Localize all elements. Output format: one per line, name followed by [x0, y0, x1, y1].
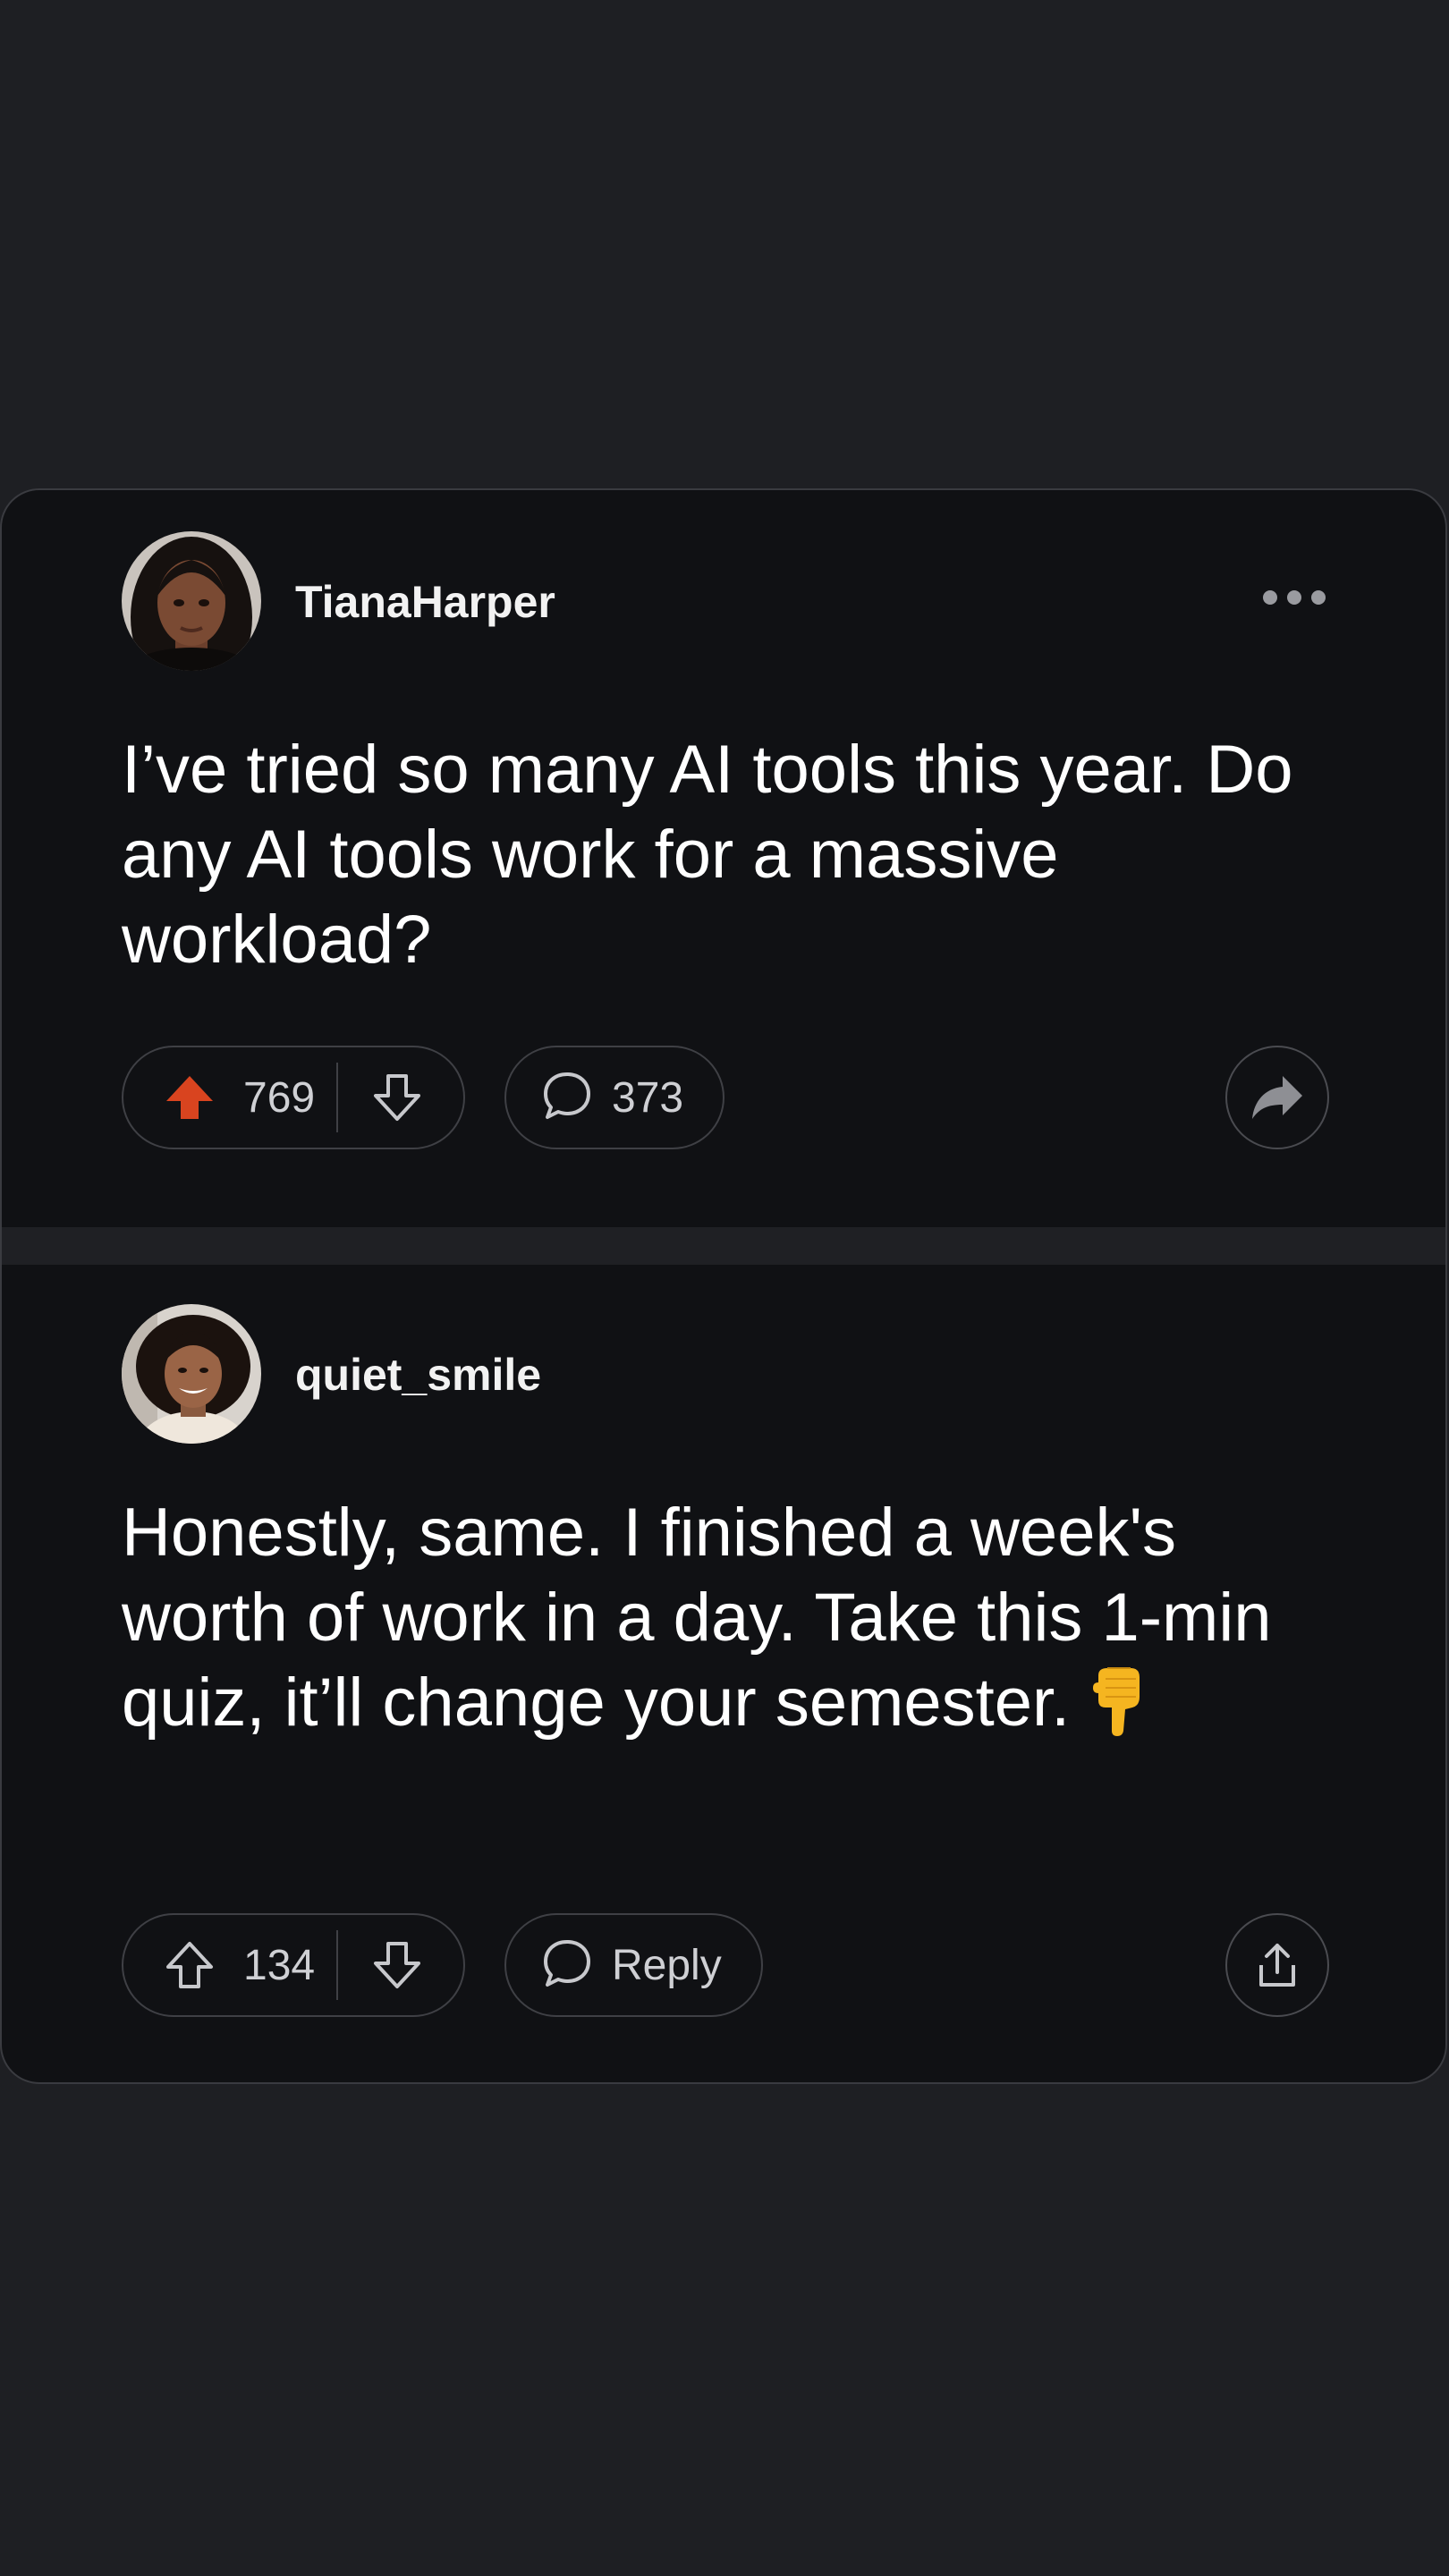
avatar[interactable]: [122, 1304, 261, 1444]
downvote-arrow-icon[interactable]: [361, 1062, 433, 1133]
comment-bubble-icon: [542, 1938, 592, 1993]
upvote-arrow-icon[interactable]: [154, 1062, 225, 1133]
post-username[interactable]: TianaHarper: [295, 576, 555, 628]
vote-control: 769: [122, 1046, 465, 1149]
post-body: I’ve tried so many AI tools this year. D…: [122, 732, 1293, 978]
downvote-arrow-icon[interactable]: [361, 1929, 433, 2001]
comments-button[interactable]: 373: [504, 1046, 725, 1149]
upvote-count: 134: [243, 1941, 316, 1989]
more-horizontal-icon[interactable]: [1263, 580, 1326, 615]
divider: [336, 1063, 338, 1132]
pointing-down-hand-icon: [1086, 1666, 1148, 1738]
thread-card: TianaHarper I’ve tried so many AI tools …: [0, 488, 1447, 2084]
upvote-count: 769: [243, 1073, 316, 1122]
upvote-arrow-icon[interactable]: [154, 1929, 225, 2001]
reply-button[interactable]: Reply: [504, 1913, 763, 2017]
divider: [336, 1930, 338, 2000]
comment-count: 373: [612, 1073, 684, 1122]
comment-bubble-icon: [542, 1071, 592, 1125]
share-arrow-icon[interactable]: [1225, 1046, 1329, 1149]
thread-separator: [2, 1227, 1445, 1265]
reply-body: Honestly, same. I finished a week's wort…: [122, 1490, 1356, 1745]
reply-label: Reply: [612, 1941, 722, 1989]
avatar[interactable]: [122, 531, 261, 671]
reply-username[interactable]: quiet_smile: [295, 1349, 541, 1401]
share-upload-icon[interactable]: [1225, 1913, 1329, 2017]
reply-vote-control: 134: [122, 1913, 465, 2017]
